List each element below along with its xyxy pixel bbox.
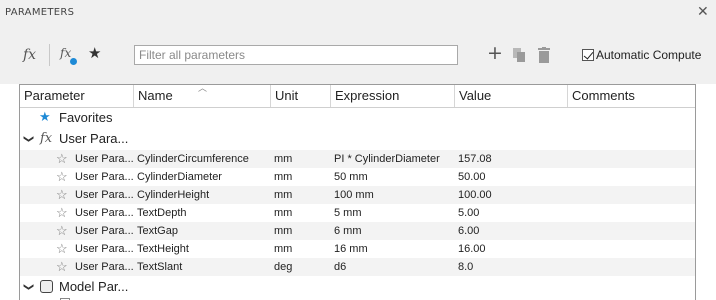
cell-name: CylinderDiameter [137,171,222,183]
table-row[interactable]: ☆ User Para... TextSlant deg d6 8.0 [20,258,695,276]
cell-comments[interactable] [571,204,695,222]
cell-parameter: User Para... [75,153,133,165]
table-row[interactable]: ☆ User Para... CylinderCircumference mm … [20,150,695,168]
favorites-star-icon: ★ [39,110,51,125]
group-favorites[interactable]: ★ Favorites [20,109,695,127]
fx-function-icon[interactable]: fx [23,47,36,63]
chevron-down-icon[interactable]: ❯ [20,135,37,143]
table-row[interactable]: ☆ User Para... TextGap mm 6 mm 6.00 [20,222,695,240]
cell-value: 6.00 [458,225,480,237]
group-model-parameters[interactable]: ❯ Model Par... [20,278,695,296]
fx-icon: fx [40,131,53,146]
cell-name: TextGap [137,225,178,237]
window-title: PARAMETERS [5,7,75,18]
cell-value: 5.00 [458,207,480,219]
parameters-table: Parameter Name ︿ Unit Expression Value C… [19,84,696,300]
cell-parameter: User Para... [75,225,133,237]
cell-name: TextHeight [137,243,189,255]
cell-unit: mm [274,189,293,201]
cell-expression[interactable]: PI * CylinderDiameter [334,150,454,168]
table-row[interactable]: ☆ User Para... CylinderDiameter mm 50 mm… [20,168,695,186]
cell-value: 8.0 [458,261,474,273]
cell-value: 100.00 [458,189,492,201]
cell-unit: mm [274,243,293,255]
filter-parameters-input[interactable] [134,45,458,65]
cell-parameter: User Para... [75,261,133,273]
sort-ascending-icon: ︿ [198,84,208,94]
favorite-star-outline-icon[interactable]: ☆ [56,186,68,204]
favorite-star-outline-icon[interactable]: ☆ [56,168,68,186]
delete-trash-icon[interactable] [538,47,550,63]
cell-name: TextSlant [137,261,183,273]
cell-expression[interactable]: 6 mm [334,222,454,240]
favorite-star-outline-icon[interactable]: ☆ [56,258,68,276]
column-header-unit[interactable]: Unit [271,85,331,107]
cell-comments[interactable] [571,168,695,186]
column-header-parameter[interactable]: Parameter [20,85,134,107]
cell-expression[interactable]: 100 mm [334,186,454,204]
table-row[interactable]: ☆ User Para... CylinderHeight mm 100 mm … [20,186,695,204]
user-badge-icon [70,58,77,65]
cell-comments[interactable] [571,222,695,240]
column-header-comments[interactable]: Comments [568,85,695,107]
cell-comments[interactable] [571,150,695,168]
group-label-user-parameters: User Para... [59,131,129,146]
cell-parameter: User Para... [75,171,133,183]
cell-value: 157.08 [458,153,492,165]
group-label-favorites: Favorites [59,110,113,125]
column-header-value[interactable]: Value [455,85,568,107]
cell-expression[interactable]: 5 mm [334,204,454,222]
cell-name: CylinderHeight [137,189,210,201]
cell-parameter: User Para... [75,207,133,219]
cell-expression[interactable]: d6 [334,258,454,276]
automatic-compute-checkbox[interactable]: Automatic Compute [582,48,701,62]
toolbar-divider [49,44,50,66]
group-user-parameters[interactable]: ❯ fx User Para... [20,130,695,148]
favorite-star-outline-icon[interactable]: ☆ [56,240,68,258]
close-icon[interactable]: ✕ [697,4,709,20]
chevron-down-icon[interactable]: ❯ [20,283,37,291]
cell-comments[interactable] [571,186,695,204]
cell-unit: mm [274,171,293,183]
cell-expression[interactable]: 16 mm [334,240,454,258]
automatic-compute-label: Automatic Compute [596,48,702,62]
toolbar: fx fx ★ + Automatic Compute [0,26,716,84]
title-bar: PARAMETERS ✕ [0,0,716,26]
add-parameter-icon[interactable]: + [487,42,503,64]
checkbox-checked-icon[interactable] [582,49,594,61]
cell-comments[interactable] [571,258,695,276]
table-header: Parameter Name ︿ Unit Expression Value C… [20,84,695,108]
cell-unit: deg [274,261,293,273]
column-header-expression[interactable]: Expression [331,85,455,107]
cell-unit: mm [274,153,293,165]
favorite-star-outline-icon[interactable]: ☆ [56,222,68,240]
table-row[interactable]: ☆ User Para... TextDepth mm 5 mm 5.00 [20,204,695,222]
group-label-model-parameters: Model Par... [59,279,129,294]
cell-unit: mm [274,207,293,219]
cell-comments[interactable] [571,240,695,258]
cell-value: 16.00 [458,243,486,255]
copy-icon[interactable] [513,48,526,63]
cell-parameter: User Para... [75,189,133,201]
cell-name: CylinderCircumference [137,153,249,165]
favorite-star-outline-icon[interactable]: ☆ [56,150,68,168]
favorite-star-outline-icon[interactable]: ☆ [56,204,68,222]
cell-name: TextDepth [137,207,187,219]
cell-unit: mm [274,225,293,237]
cell-expression[interactable]: 50 mm [334,168,454,186]
cell-parameter: User Para... [75,243,133,255]
favorite-star-icon[interactable]: ★ [88,44,101,62]
table-row[interactable]: ☆ User Para... TextHeight mm 16 mm 16.00 [20,240,695,258]
model-body-icon [40,280,53,293]
fx-add-user-parameter-icon[interactable]: fx [60,46,71,60]
cell-value: 50.00 [458,171,486,183]
